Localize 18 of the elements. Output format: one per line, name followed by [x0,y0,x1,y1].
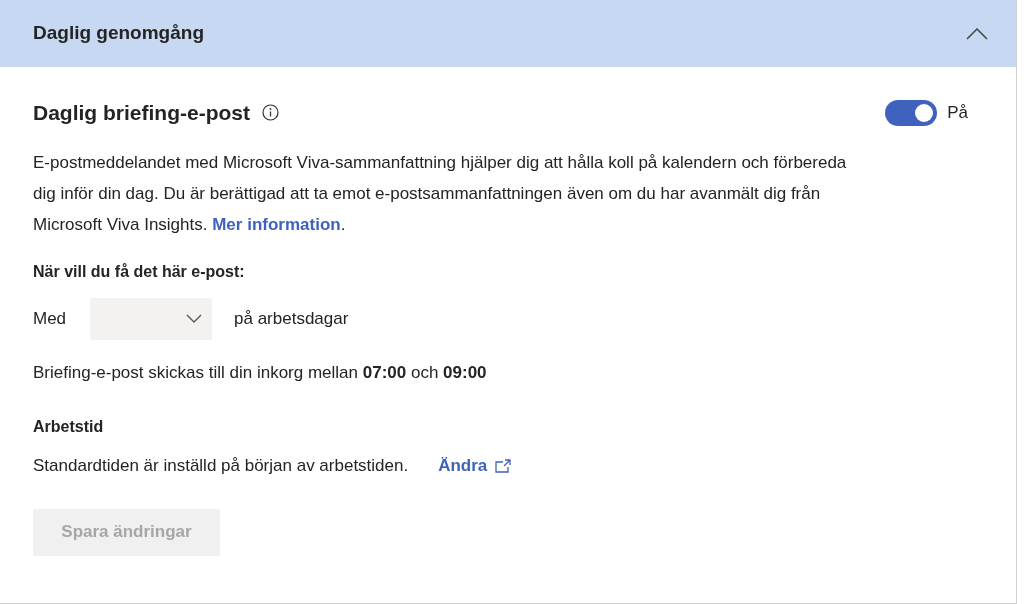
working-hours-title: Arbetstid [33,417,105,437]
section-header[interactable]: Daglig genomgång [0,0,1016,67]
more-info-link[interactable]: Mer information [212,214,341,234]
change-link[interactable]: Ändra [438,453,512,479]
description-text: E-postmeddelandet med Microsoft Viva-sammanfattning hjälper dig att hålla koll på kalendern och förbereda dig inför din dag. Du är berättigad att ta emot e-postsammanfattningen även om du har avanmält dig från Microsoft Viva Insights. Mer information. [33,151,848,236]
section-title: Daglig genomgång [33,21,204,46]
schedule-question: När vill du få det här e-post: [33,261,246,282]
working-hours-text: Standardtiden är inställd på början av arbetstiden. [33,455,409,477]
info-icon[interactable] [262,104,279,122]
external-link-icon [495,458,512,473]
toggle-label: På [947,102,968,124]
chevron-up-icon[interactable] [966,27,988,40]
setting-title: Daglig briefing-e-post [33,100,250,126]
prefix-label: Med [33,307,68,330]
toggle-switch[interactable] [885,99,938,126]
send-time-note: Briefing-e-post skickas till din inkorg mellan 07:00 och 09:00 [33,361,488,384]
chevron-down-icon [186,314,202,323]
suffix-label: på arbetsdagar [234,307,349,330]
